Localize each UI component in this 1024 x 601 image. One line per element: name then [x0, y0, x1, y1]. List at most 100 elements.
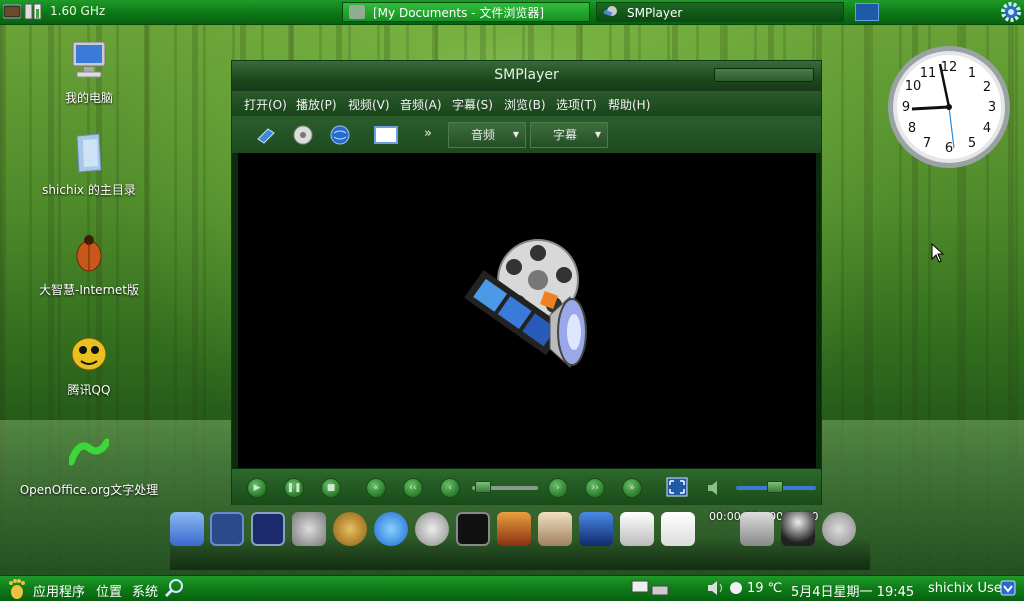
computer-icon	[72, 41, 106, 78]
speaker-icon[interactable]	[706, 579, 726, 597]
desktop-icon-qq[interactable]: 腾讯QQ	[19, 332, 159, 398]
desktop-icon-computer[interactable]: 我的电脑	[19, 40, 159, 106]
video-area[interactable]	[238, 153, 816, 468]
mouse-cursor-icon	[931, 243, 945, 263]
taskbar-item-documents[interactable]: [My Documents - 文件浏览器]	[342, 2, 590, 22]
open-file-icon[interactable]	[256, 125, 276, 145]
subtitle-track-combo[interactable]: 字幕 ▼	[530, 122, 608, 148]
clock-readout[interactable]: 5月4日星期一 19:45	[791, 581, 914, 600]
clock-number-8: 8	[908, 121, 916, 136]
taskbar-item-label: SMPlayer	[627, 6, 683, 20]
dock-finder-icon[interactable]	[170, 512, 204, 546]
menu-subtitles[interactable]: 字幕(S)	[452, 96, 493, 113]
playback-controls: ▶ ❚❚ ■ « ‹‹ ‹ › ›› »	[232, 469, 821, 505]
terminal-icon[interactable]	[3, 3, 21, 20]
dock-photos-icon[interactable]	[497, 512, 531, 546]
dock-ball-icon[interactable]	[822, 512, 856, 546]
search-icon[interactable]	[163, 578, 185, 598]
clock-number-12: 12	[941, 60, 958, 75]
dock-smplayer-icon[interactable]	[292, 512, 326, 546]
clock-number-2: 2	[983, 80, 991, 95]
cpu-frequency: 1.60 GHz	[50, 4, 106, 18]
qq-icon	[71, 337, 107, 371]
foot-menu-icon[interactable]	[6, 578, 28, 600]
chevron-down-icon: ▼	[512, 130, 519, 139]
stop-icon[interactable]: ■	[321, 478, 341, 498]
step-forward-icon[interactable]: ›	[548, 478, 568, 498]
desktop-icon-home[interactable]: shichix 的主目录	[19, 132, 159, 198]
user-switcher[interactable]: shichix User	[928, 581, 1007, 596]
menu-applications[interactable]: 应用程序	[33, 581, 85, 600]
clock-number-10: 10	[905, 79, 922, 94]
menu-video[interactable]: 视频(V)	[348, 96, 390, 113]
workspace-switcher[interactable]	[855, 3, 879, 21]
menu-places[interactable]: 位置	[96, 581, 122, 600]
shutdown-icon[interactable]	[1000, 580, 1016, 596]
desktop-icon-label: 腾讯QQ	[67, 383, 111, 397]
forward-icon[interactable]: ››	[585, 478, 605, 498]
menu-open[interactable]: 打开(O)	[244, 96, 287, 113]
dock-windows-icon[interactable]	[210, 512, 244, 546]
dock-compass-icon[interactable]	[333, 512, 367, 546]
cpu-monitor-icon	[24, 3, 42, 20]
audio-track-label: 音频	[471, 128, 496, 142]
dock-internet-explorer-icon[interactable]	[374, 512, 408, 546]
menu-browse[interactable]: 浏览(B)	[504, 96, 546, 113]
menu-audio[interactable]: 音频(A)	[400, 96, 442, 113]
menubar: 打开(O) 播放(P) 视频(V) 音频(A) 字幕(S) 浏览(B) 选项(T…	[232, 91, 821, 116]
menu-system[interactable]: 系统	[132, 581, 158, 600]
playlist-window-icon[interactable]	[374, 125, 398, 145]
menu-options[interactable]: 选项(T)	[556, 96, 597, 113]
smplayer-icon	[603, 6, 617, 17]
home-folder-icon	[76, 133, 102, 173]
fullscreen-icon[interactable]	[666, 477, 688, 497]
window-titlebar[interactable]: SMPlayer	[232, 61, 821, 91]
desktop-icon-label: shichix 的主目录	[42, 183, 136, 197]
menu-help[interactable]: 帮助(H)	[608, 96, 650, 113]
volume-handle[interactable]	[767, 481, 783, 493]
step-back-icon[interactable]: ‹	[440, 478, 460, 498]
rewind-fast-icon[interactable]: «	[366, 478, 386, 498]
url-globe-icon[interactable]	[330, 125, 350, 145]
dock-trash-icon[interactable]	[740, 512, 774, 546]
temperature-readout[interactable]: 19 ℃	[747, 581, 782, 596]
clock-number-1: 1	[968, 66, 976, 81]
clock-number-6: 6	[945, 141, 953, 156]
desktop-icon-openoffice-writer[interactable]: OpenOffice.org文字处理	[19, 432, 159, 498]
forward-fast-icon[interactable]: »	[622, 478, 642, 498]
dock-text-editor-icon[interactable]	[661, 512, 695, 546]
rewind-icon[interactable]: ‹‹	[403, 478, 423, 498]
menu-play[interactable]: 播放(P)	[296, 96, 337, 113]
taskbar-item-smplayer[interactable]: SMPlayer	[596, 2, 844, 22]
weather-icon	[730, 582, 742, 594]
taskbar-item-label: [My Documents - 文件浏览器]	[373, 6, 545, 20]
desktop-icon-label: OpenOffice.org文字处理	[19, 483, 159, 497]
desktop-icon-stock-app[interactable]: 大智慧-Internet版	[19, 232, 159, 298]
dock-image-viewer-icon[interactable]	[538, 512, 572, 546]
clock-number-4: 4	[983, 121, 991, 136]
gear-icon[interactable]	[1000, 1, 1022, 23]
toolbar-more[interactable]: »	[424, 126, 432, 141]
clock-number-5: 5	[968, 136, 976, 151]
dock-mazda-icon[interactable]	[415, 512, 449, 546]
network-icon[interactable]	[630, 578, 670, 598]
analog-clock: 12 1 2 3 4 5 6 7 8 9 10 11	[888, 46, 1010, 168]
window-controls[interactable]	[714, 68, 814, 82]
dock-system-monitor-icon[interactable]	[251, 512, 285, 546]
toolbar: » 音频 ▼ 字幕 ▼	[232, 116, 821, 153]
dock-mail-icon[interactable]	[620, 512, 654, 546]
disc-icon[interactable]	[293, 125, 313, 145]
clock-number-11: 11	[920, 66, 937, 81]
dock-video-editor-icon[interactable]	[579, 512, 613, 546]
play-icon[interactable]: ▶	[247, 478, 267, 498]
audio-track-combo[interactable]: 音频 ▼	[448, 122, 526, 148]
dock-display-icon[interactable]	[456, 512, 490, 546]
smplayer-logo-icon	[464, 239, 587, 369]
clock-number-7: 7	[923, 136, 931, 151]
pause-icon[interactable]: ❚❚	[284, 478, 304, 498]
volume-icon[interactable]	[706, 479, 724, 497]
top-panel: 1.60 GHz [My Documents - 文件浏览器] SMPlayer	[0, 0, 1024, 25]
clock-hour-hand	[911, 105, 950, 111]
dock-tux-icon[interactable]	[781, 512, 815, 546]
seek-handle[interactable]	[475, 481, 491, 493]
